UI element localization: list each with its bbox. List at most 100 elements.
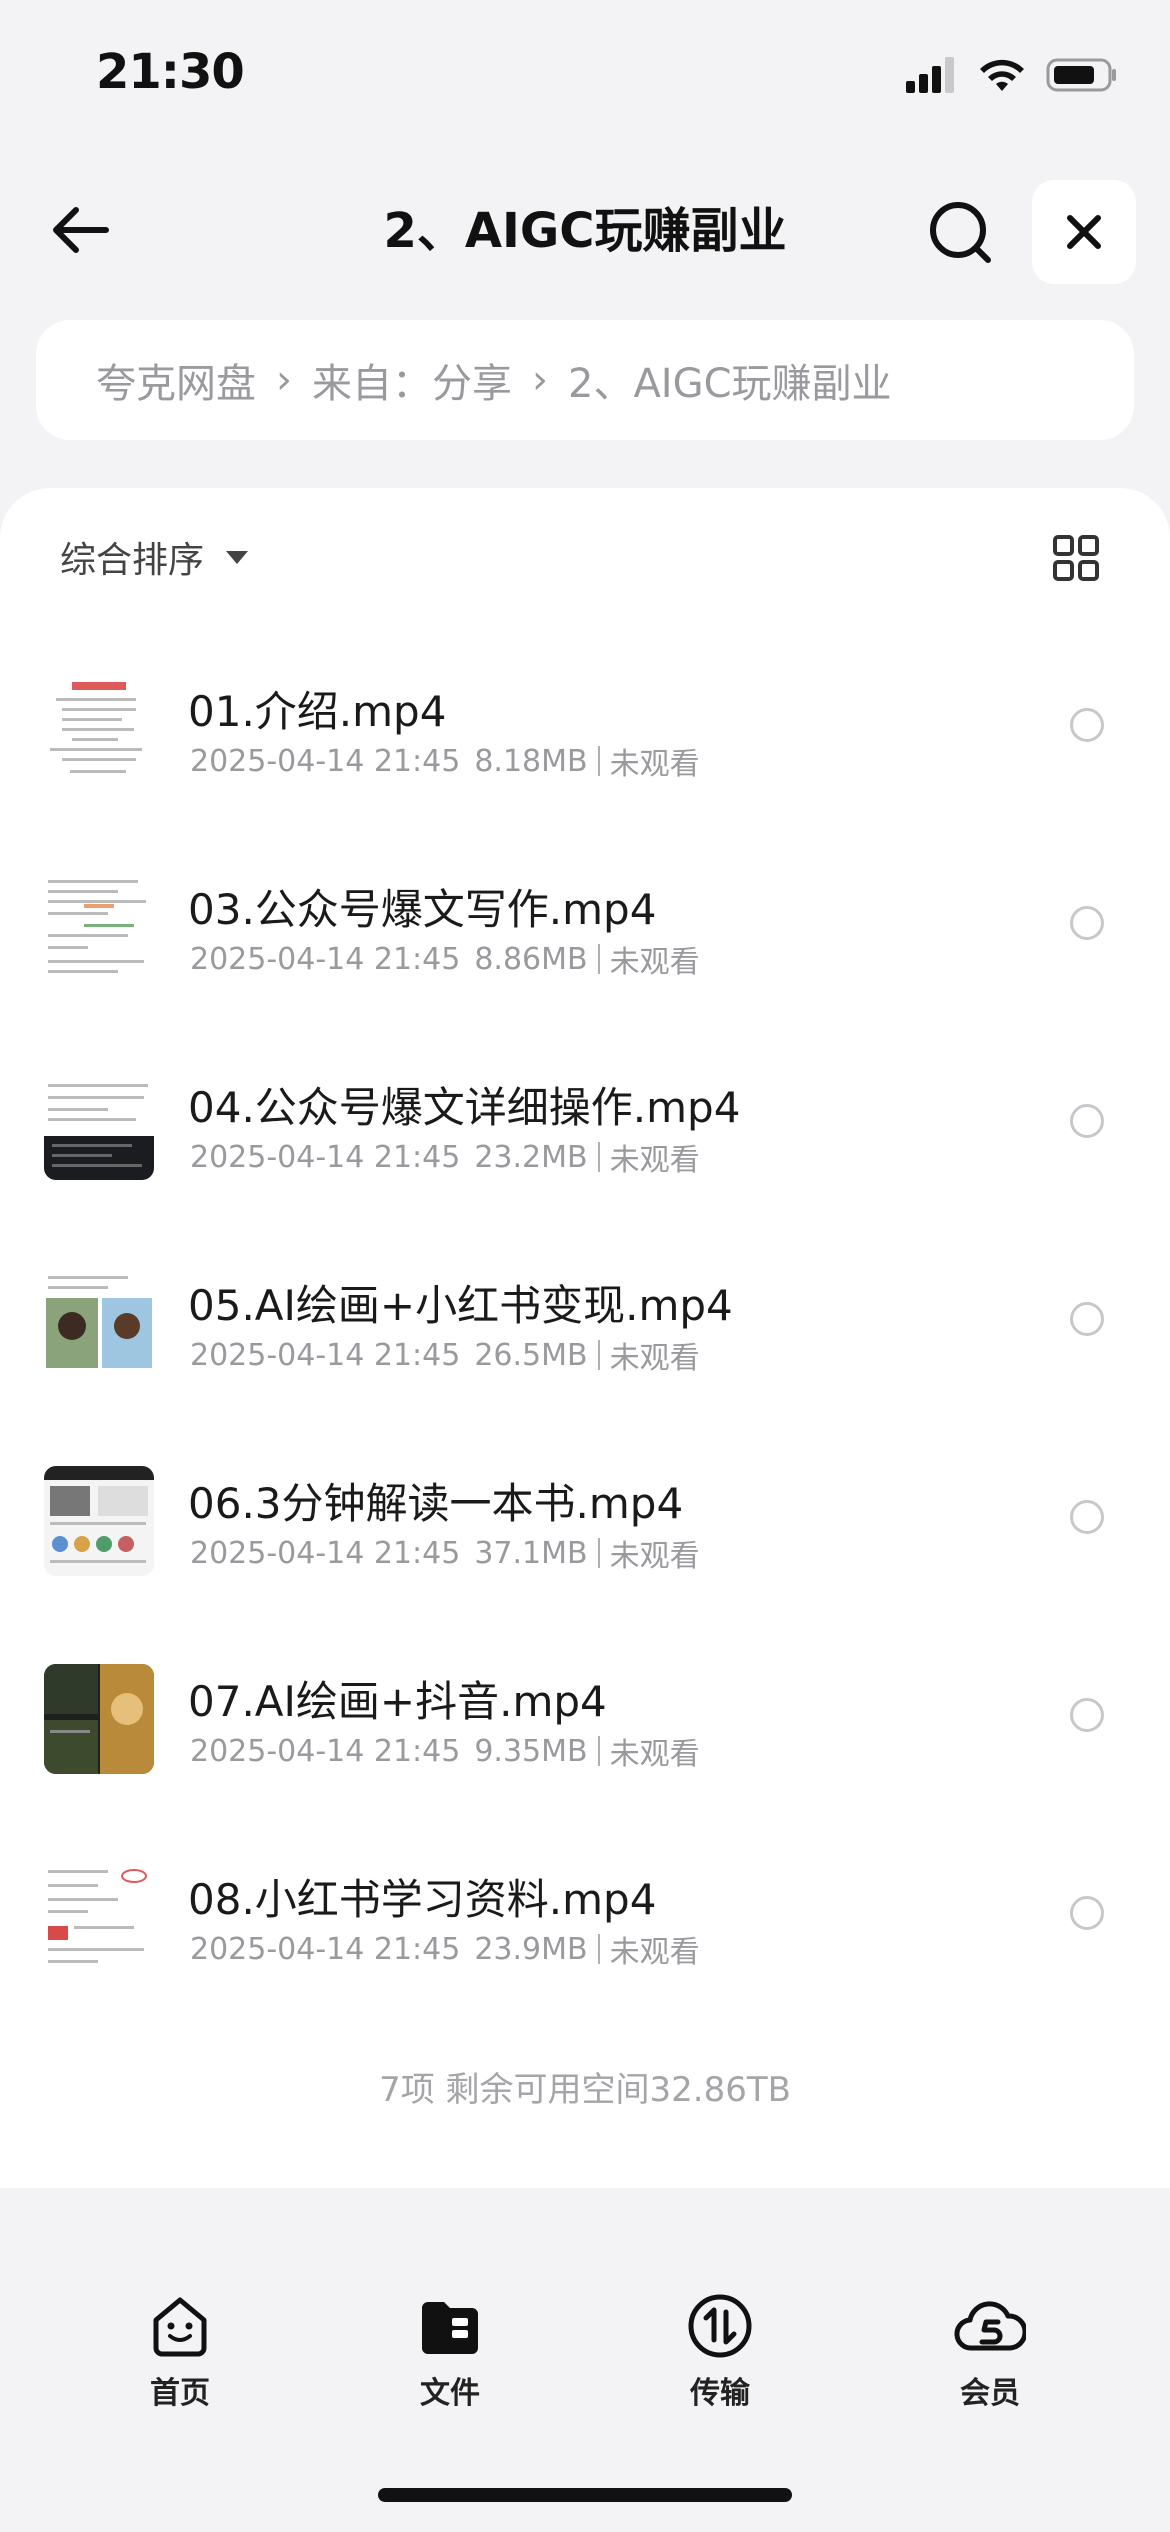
cloud-member-icon	[954, 2301, 1026, 2351]
watch-status: 未观看	[609, 1737, 700, 1772]
file-size: 8.18MB	[474, 743, 588, 779]
divider	[597, 1736, 600, 1766]
divider	[597, 1142, 600, 1172]
file-list: 01.介绍.mp4 2025-04-14 21:45 8.18MB 未观看 03…	[0, 626, 1170, 2012]
tab-label: 会员	[960, 2376, 1020, 2411]
file-size: 8.86MB	[474, 941, 588, 977]
file-name: 08.小红书学习资料.mp4	[188, 1875, 657, 1924]
grid-view-button[interactable]	[1052, 534, 1100, 582]
back-button[interactable]	[44, 192, 120, 268]
divider	[597, 746, 600, 776]
file-meta: 2025-04-14 21:45 37.1MB 未观看	[190, 1531, 700, 1575]
tab-files[interactable]: 文件	[360, 2290, 540, 2412]
file-name: 06.3分钟解读一本书.mp4	[188, 1479, 684, 1528]
transfer-icon	[688, 2294, 752, 2358]
home-indicator	[378, 2488, 792, 2502]
video-thumbnail	[44, 1070, 154, 1180]
battery-icon	[1046, 58, 1116, 92]
file-size: 37.1MB	[474, 1535, 588, 1571]
file-meta: 2025-04-14 21:45 9.35MB 未观看	[190, 1729, 700, 1773]
file-date: 2025-04-14 21:45	[190, 1733, 461, 1769]
divider	[597, 944, 600, 974]
list-item[interactable]: 01.介绍.mp4 2025-04-14 21:45 8.18MB 未观看	[0, 626, 1170, 824]
close-icon	[1067, 215, 1101, 249]
divider	[597, 1340, 600, 1370]
cellular-signal-icon	[906, 57, 954, 93]
file-meta: 2025-04-14 21:45 8.86MB 未观看	[190, 937, 700, 981]
storage-summary: 7项 剩余可用空间32.86TB	[379, 2070, 791, 2110]
select-radio[interactable]	[1070, 1500, 1104, 1534]
file-name: 03.公众号爆文写作.mp4	[188, 885, 657, 934]
file-size: 23.2MB	[474, 1139, 588, 1175]
breadcrumb-item-current: 2、AIGC玩赚副业	[568, 361, 892, 407]
chevron-right-icon: ›	[532, 357, 548, 403]
search-button[interactable]	[920, 192, 1000, 272]
video-thumbnail	[44, 1466, 154, 1576]
page-title: 2、AIGC玩赚副业	[383, 203, 787, 259]
list-item[interactable]: 04.公众号爆文详细操作.mp4 2025-04-14 21:45 23.2MB…	[0, 1022, 1170, 1220]
video-thumbnail	[44, 872, 154, 982]
watch-status: 未观看	[609, 1341, 700, 1376]
tab-transfer[interactable]: 传输	[630, 2290, 810, 2412]
search-icon	[930, 202, 991, 263]
close-button[interactable]	[1032, 180, 1136, 284]
list-item[interactable]: 07.AI绘画+抖音.mp4 2025-04-14 21:45 9.35MB 未…	[0, 1616, 1170, 1814]
file-size: 9.35MB	[474, 1733, 588, 1769]
select-radio[interactable]	[1070, 1698, 1104, 1732]
watch-status: 未观看	[609, 1539, 700, 1574]
tab-label: 文件	[420, 2376, 480, 2411]
file-size: 23.9MB	[474, 1931, 588, 1967]
file-meta: 2025-04-14 21:45 23.2MB 未观看	[190, 1135, 700, 1179]
arrow-left-icon	[53, 207, 109, 253]
file-meta: 2025-04-14 21:45 23.9MB 未观看	[190, 1927, 700, 1971]
video-thumbnail	[44, 1664, 154, 1774]
file-date: 2025-04-14 21:45	[190, 1139, 461, 1175]
watch-status: 未观看	[609, 747, 700, 782]
select-radio[interactable]	[1070, 906, 1104, 940]
file-date: 2025-04-14 21:45	[190, 1337, 461, 1373]
caret-down-icon	[226, 550, 249, 564]
file-date: 2025-04-14 21:45	[190, 743, 461, 779]
status-time: 21:30	[96, 44, 245, 100]
file-meta: 2025-04-14 21:45 8.18MB 未观看	[190, 739, 700, 783]
status-icons	[906, 50, 1118, 100]
tab-member[interactable]: 会员	[900, 2290, 1080, 2412]
wifi-icon	[980, 59, 1024, 91]
file-name: 07.AI绘画+抖音.mp4	[188, 1677, 607, 1726]
select-radio[interactable]	[1070, 708, 1104, 742]
file-name: 04.公众号爆文详细操作.mp4	[188, 1083, 741, 1132]
watch-status: 未观看	[609, 1935, 700, 1970]
breadcrumb: 夸克网盘 › 来自：分享 › 2、AIGC玩赚副业	[36, 320, 1134, 440]
chevron-right-icon: ›	[276, 357, 292, 403]
file-date: 2025-04-14 21:45	[190, 1535, 461, 1571]
file-date: 2025-04-14 21:45	[190, 1931, 461, 1967]
video-thumbnail	[44, 674, 154, 784]
select-radio[interactable]	[1070, 1896, 1104, 1930]
file-name: 01.介绍.mp4	[188, 687, 447, 736]
list-item[interactable]: 06.3分钟解读一本书.mp4 2025-04-14 21:45 37.1MB …	[0, 1418, 1170, 1616]
grid-view-icon	[1053, 535, 1099, 581]
list-item[interactable]: 08.小红书学习资料.mp4 2025-04-14 21:45 23.9MB 未…	[0, 1814, 1170, 2012]
tab-label: 传输	[690, 2376, 750, 2411]
select-radio[interactable]	[1070, 1104, 1104, 1138]
list-item[interactable]: 03.公众号爆文写作.mp4 2025-04-14 21:45 8.86MB 未…	[0, 824, 1170, 1022]
video-thumbnail	[44, 1268, 154, 1378]
list-item[interactable]: 05.AI绘画+小红书变现.mp4 2025-04-14 21:45 26.5M…	[0, 1220, 1170, 1418]
breadcrumb-item-root[interactable]: 夸克网盘	[96, 351, 256, 409]
sort-dropdown[interactable]: 综合排序	[60, 532, 249, 582]
file-size: 26.5MB	[474, 1337, 588, 1373]
tab-home[interactable]: 首页	[90, 2290, 270, 2412]
sort-label: 综合排序	[60, 540, 205, 581]
tab-label: 首页	[150, 2376, 210, 2411]
select-radio[interactable]	[1070, 1302, 1104, 1336]
smile-face-icon	[153, 2297, 207, 2357]
file-meta: 2025-04-14 21:45 26.5MB 未观看	[190, 1333, 700, 1377]
divider	[597, 1538, 600, 1568]
file-date: 2025-04-14 21:45	[190, 941, 461, 977]
divider	[597, 1934, 600, 1964]
file-name: 05.AI绘画+小红书变现.mp4	[188, 1281, 733, 1330]
watch-status: 未观看	[609, 945, 700, 980]
breadcrumb-item-share[interactable]: 来自：分享	[312, 351, 512, 409]
watch-status: 未观看	[609, 1143, 700, 1178]
video-thumbnail	[44, 1862, 154, 1972]
